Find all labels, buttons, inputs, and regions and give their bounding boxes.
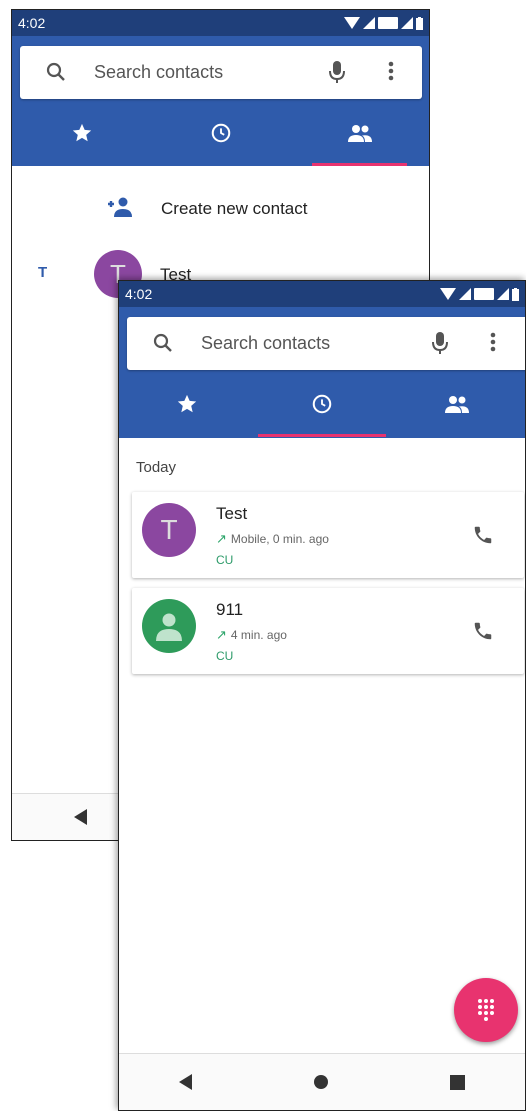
star-icon (177, 394, 196, 412)
mic-icon[interactable] (431, 331, 449, 355)
status-bar: 4:02 (119, 281, 525, 307)
call-log-item[interactable]: 911 ↗ 4 min. ago CU (132, 588, 524, 674)
star-icon (72, 123, 91, 141)
search-input[interactable]: Search contacts (201, 333, 330, 354)
tab-contacts[interactable] (390, 370, 525, 437)
search-input[interactable]: Search contacts (94, 62, 223, 83)
phone-call-icon[interactable] (472, 524, 494, 546)
section-letter: T (38, 264, 48, 281)
tab-bar (12, 99, 429, 166)
more-options-icon[interactable] (490, 331, 496, 353)
avatar: T (142, 503, 196, 557)
phone-call-icon[interactable] (472, 620, 494, 642)
volte-icon (474, 288, 494, 300)
signal-icon (363, 17, 375, 29)
caller-name: 911 (216, 600, 244, 619)
wifi-icon (344, 17, 360, 29)
create-new-contact-label: Create new contact (161, 199, 308, 218)
recents-screen: 4:02 Search contacts Today T Test ↗ Mobi… (118, 280, 526, 1111)
tab-recents[interactable] (254, 370, 389, 437)
avatar (142, 599, 196, 653)
clock-icon (211, 123, 230, 142)
call-detail-text: 4 min. ago (230, 628, 287, 642)
sim-label: CU (216, 553, 234, 567)
status-icons (440, 287, 519, 301)
caller-name: Test (216, 504, 248, 523)
signal-icon (459, 288, 471, 300)
volte-icon (378, 17, 398, 29)
recents-icon[interactable] (449, 1074, 465, 1090)
call-log-item[interactable]: T Test ↗ Mobile, 0 min. ago CU (132, 492, 524, 578)
signal-icon (497, 288, 509, 300)
navigation-bar (119, 1053, 525, 1110)
people-icon (347, 124, 372, 142)
tab-recents[interactable] (151, 99, 290, 166)
status-icons (344, 16, 423, 30)
home-icon[interactable] (313, 1074, 329, 1090)
create-new-contact-row[interactable]: Create new contact (12, 182, 429, 236)
more-options-icon[interactable] (388, 60, 394, 82)
outgoing-call-arrow-icon: ↗ (216, 531, 227, 546)
status-bar: 4:02 (12, 10, 429, 36)
search-icon[interactable] (46, 62, 66, 82)
battery-icon (512, 287, 519, 301)
call-detail-text: Mobile, 0 min. ago (230, 532, 329, 546)
battery-icon (416, 16, 423, 30)
tab-favorites[interactable] (12, 99, 151, 166)
outgoing-call-arrow-icon: ↗ (216, 627, 227, 642)
search-bar[interactable]: Search contacts (20, 46, 422, 99)
dialpad-button[interactable] (454, 978, 518, 1042)
add-person-icon (108, 197, 132, 217)
app-bar: Search contacts (119, 307, 525, 438)
search-bar[interactable]: Search contacts (127, 317, 525, 370)
section-header-today: Today (136, 459, 177, 476)
wifi-icon (440, 288, 456, 300)
call-detail: ↗ 4 min. ago (216, 627, 287, 643)
signal-icon (401, 17, 413, 29)
back-icon[interactable] (179, 1074, 193, 1090)
tab-favorites[interactable] (119, 370, 254, 437)
tab-bar (119, 370, 525, 437)
back-icon[interactable] (74, 809, 88, 825)
tab-contacts[interactable] (290, 99, 429, 166)
mic-icon[interactable] (328, 60, 346, 84)
search-icon[interactable] (153, 333, 173, 353)
status-time: 4:02 (125, 286, 153, 302)
sim-label: CU (216, 649, 234, 663)
app-bar: Search contacts (12, 36, 429, 166)
dialpad-icon (478, 999, 494, 1021)
person-icon (156, 613, 182, 641)
people-icon (445, 395, 470, 413)
status-time: 4:02 (18, 15, 46, 31)
call-detail: ↗ Mobile, 0 min. ago (216, 531, 329, 547)
clock-icon (312, 394, 332, 413)
